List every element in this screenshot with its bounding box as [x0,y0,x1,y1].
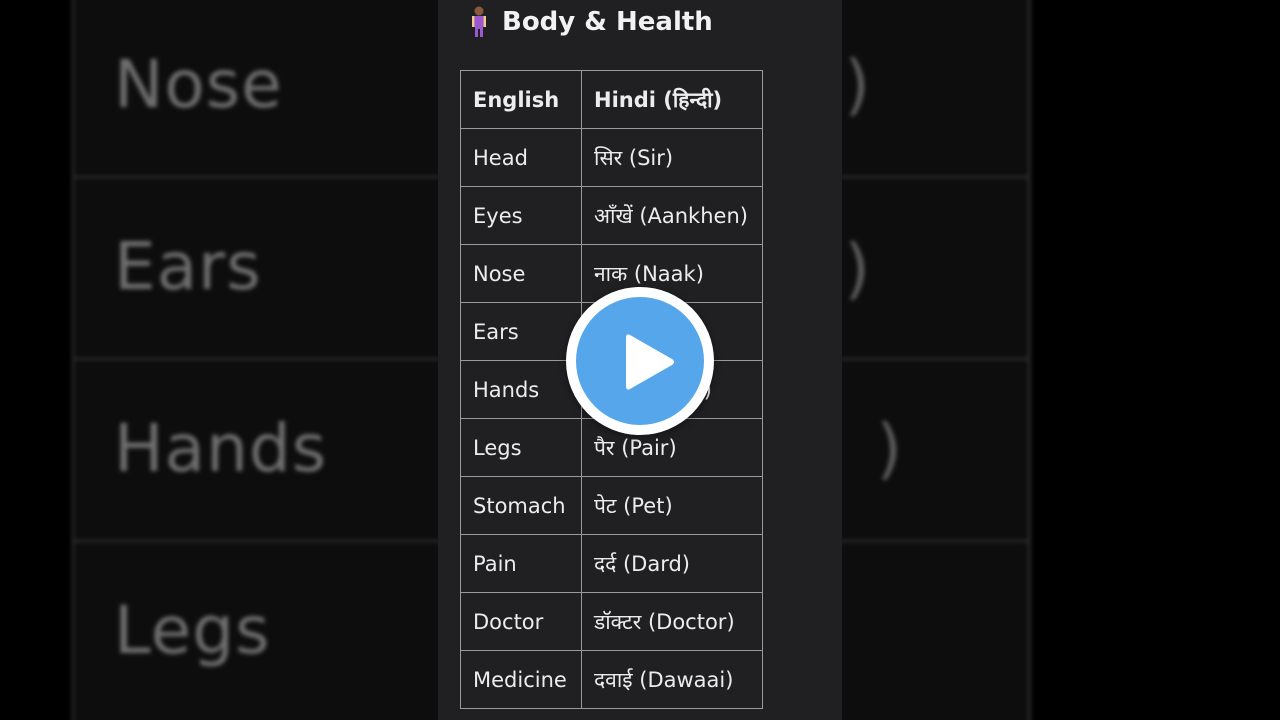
background-word: Nose [114,46,283,123]
table-row: Eyes आँखें (Aankhen) [460,186,763,245]
hindi-cell: दर्द (Dard) [581,534,763,593]
table-row: Head सिर (Sir) [460,128,763,187]
english-cell: Pain [460,534,582,593]
play-button[interactable] [566,287,714,435]
english-cell: Stomach [460,476,582,535]
play-button-circle[interactable] [576,297,704,425]
background-word: Legs [114,592,271,669]
person-standing-icon [472,6,486,37]
english-cell: Medicine [460,650,582,709]
hindi-cell: सिर (Sir) [581,128,763,187]
english-cell: Hands [460,360,582,419]
hindi-cell: पेट (Pet) [581,476,763,535]
english-cell: Doctor [460,592,582,651]
card-title: Body & Health [466,4,713,40]
column-header-hindi: Hindi (हिन्दी) [581,70,763,129]
table-row: Stomach पेट (Pet) [460,476,763,535]
english-cell: Head [460,128,582,187]
background-word: Ears [114,228,262,305]
english-cell: Eyes [460,186,582,245]
background-word: Hands [114,410,328,487]
english-cell: Legs [460,418,582,477]
table-row: Medicine दवाई (Dawaai) [460,650,763,709]
card-title-text: Body & Health [502,7,713,37]
table-row: Doctor डॉक्टर (Doctor) [460,592,763,651]
background-paren: ) [876,410,902,487]
table-header-row: English Hindi (हिन्दी) [460,70,763,129]
hindi-cell: डॉक्टर (Doctor) [581,592,763,651]
background-paren: ) [844,46,870,123]
column-header-english: English [460,70,582,129]
background-paren: ) [844,230,870,307]
hindi-cell: आँखें (Aankhen) [581,186,763,245]
english-cell: Nose [460,244,582,303]
english-cell: Ears [460,302,582,361]
table-row: Pain दर्द (Dard) [460,534,763,593]
hindi-cell: दवाई (Dawaai) [581,650,763,709]
play-icon[interactable] [624,331,676,393]
